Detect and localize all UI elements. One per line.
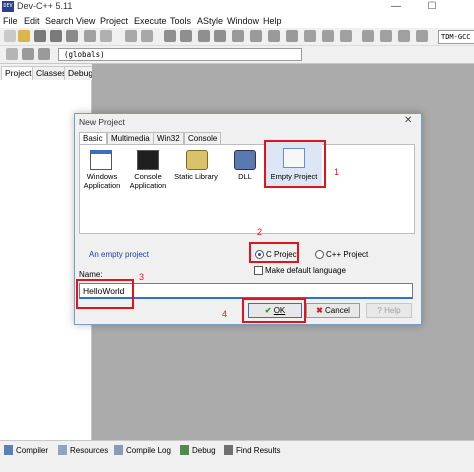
save-icon[interactable] [34,30,46,42]
app-icon: DEV [2,1,14,12]
template-label: Static Library [174,172,218,181]
tab-compile-log[interactable]: Compile Log [126,445,171,457]
template-label: Application [83,181,121,190]
run-icon[interactable] [322,30,334,42]
stop-icon[interactable] [380,30,392,42]
compiler-select[interactable]: TDM-GCC [438,30,474,44]
menu-project[interactable]: Project [100,16,128,26]
find-next-icon[interactable] [198,30,210,42]
menu-astyle[interactable]: AStyle [197,16,223,26]
menu-search[interactable]: Search [45,16,74,26]
copy-icon[interactable] [100,30,112,42]
menu-help[interactable]: Help [263,16,282,26]
save-all-icon[interactable] [50,30,62,42]
cancel-label: Cancel [325,306,350,315]
debug-tab-icon [180,445,189,455]
cpp-project-label[interactable]: C++ Project [326,250,368,259]
resources-tab-icon [58,445,67,455]
template-static-library[interactable]: Static Library [174,148,218,190]
dll-icon [234,150,256,170]
undo-icon[interactable] [125,30,137,42]
close-file-icon[interactable] [66,30,78,42]
tab-find-results[interactable]: Find Results [236,445,280,457]
template-windows-application[interactable]: Windows Application [82,148,122,190]
goto-icon[interactable] [214,30,226,42]
annotation-number-2: 2 [257,227,263,237]
name-label: Name: [79,270,103,279]
maximize-button[interactable]: ☐ [422,0,442,14]
check-icon[interactable] [362,30,374,42]
compile-icon[interactable] [304,30,316,42]
menu-file[interactable]: File [3,16,18,26]
debug-icon[interactable] [398,30,410,42]
cancel-button[interactable]: ✖ Cancel [306,303,360,318]
menu-view[interactable]: View [76,16,95,26]
remove-file-icon[interactable] [268,30,280,42]
window-title: Dev-C++ 5.11 [17,1,73,11]
print-icon[interactable] [84,30,96,42]
find-icon[interactable] [164,30,176,42]
template-console-application[interactable]: Console Application [128,148,168,190]
annotation-number-1: 1 [334,167,340,177]
template-dll[interactable]: DLL [228,148,262,190]
annotation-box-2 [249,242,299,263]
compiler-tab-icon [4,445,13,455]
add-file-icon[interactable] [250,30,262,42]
template-label: Windows [86,172,118,181]
tab-compiler[interactable]: Compiler [16,445,48,457]
redo-icon[interactable] [141,30,153,42]
tab-resources[interactable]: Resources [70,445,108,457]
project-description: An empty project [89,250,150,259]
minimize-button[interactable]: — [386,0,406,14]
annotation-box-1 [264,140,326,188]
project-options-icon[interactable] [286,30,298,42]
compile-run-icon[interactable] [340,30,352,42]
unindent-icon[interactable] [38,48,50,60]
menu-window[interactable]: Window [227,16,259,26]
static-library-icon [186,150,208,170]
menu-tools[interactable]: Tools [170,16,191,26]
tab-debug-bottom[interactable]: Debug [192,445,216,457]
cancel-x-icon: ✖ [316,306,323,315]
windows-app-icon [90,150,112,170]
dev-cpp-window: DEV Dev-C++ 5.11 — ☐ File Edit Search Vi… [0,0,474,472]
help-icon: ? [377,306,382,315]
tab-project[interactable]: Project [1,66,36,80]
cpp-project-radio[interactable] [315,250,324,259]
indent-icon[interactable] [22,48,34,60]
profile-icon[interactable] [416,30,428,42]
new-file-icon[interactable] [4,30,16,42]
annotation-box-3 [76,279,134,309]
make-default-checkbox[interactable] [254,266,263,275]
open-file-icon[interactable] [18,30,30,42]
globals-select[interactable]: (globals) [58,48,302,61]
annotation-number-4: 4 [222,309,228,319]
dialog-title: New Project [79,117,125,127]
dialog-close-button[interactable]: ✕ [404,115,412,126]
menu-edit[interactable]: Edit [24,16,40,26]
help-label: Help [384,306,401,315]
annotation-number-3: 3 [139,272,145,282]
menu-execute[interactable]: Execute [134,16,167,26]
template-label: Console [134,172,162,181]
find-results-tab-icon [224,445,233,455]
template-label: Application [129,181,167,190]
help-button[interactable]: ? Help [366,303,412,318]
template-label: DLL [238,172,252,181]
console-app-icon [137,150,159,170]
annotation-box-4 [242,298,306,323]
make-default-label[interactable]: Make default language [265,266,346,275]
replace-icon[interactable] [180,30,192,42]
bookmark-icon[interactable] [6,48,18,60]
project-icon[interactable] [232,30,244,42]
compile-log-tab-icon [114,445,123,455]
